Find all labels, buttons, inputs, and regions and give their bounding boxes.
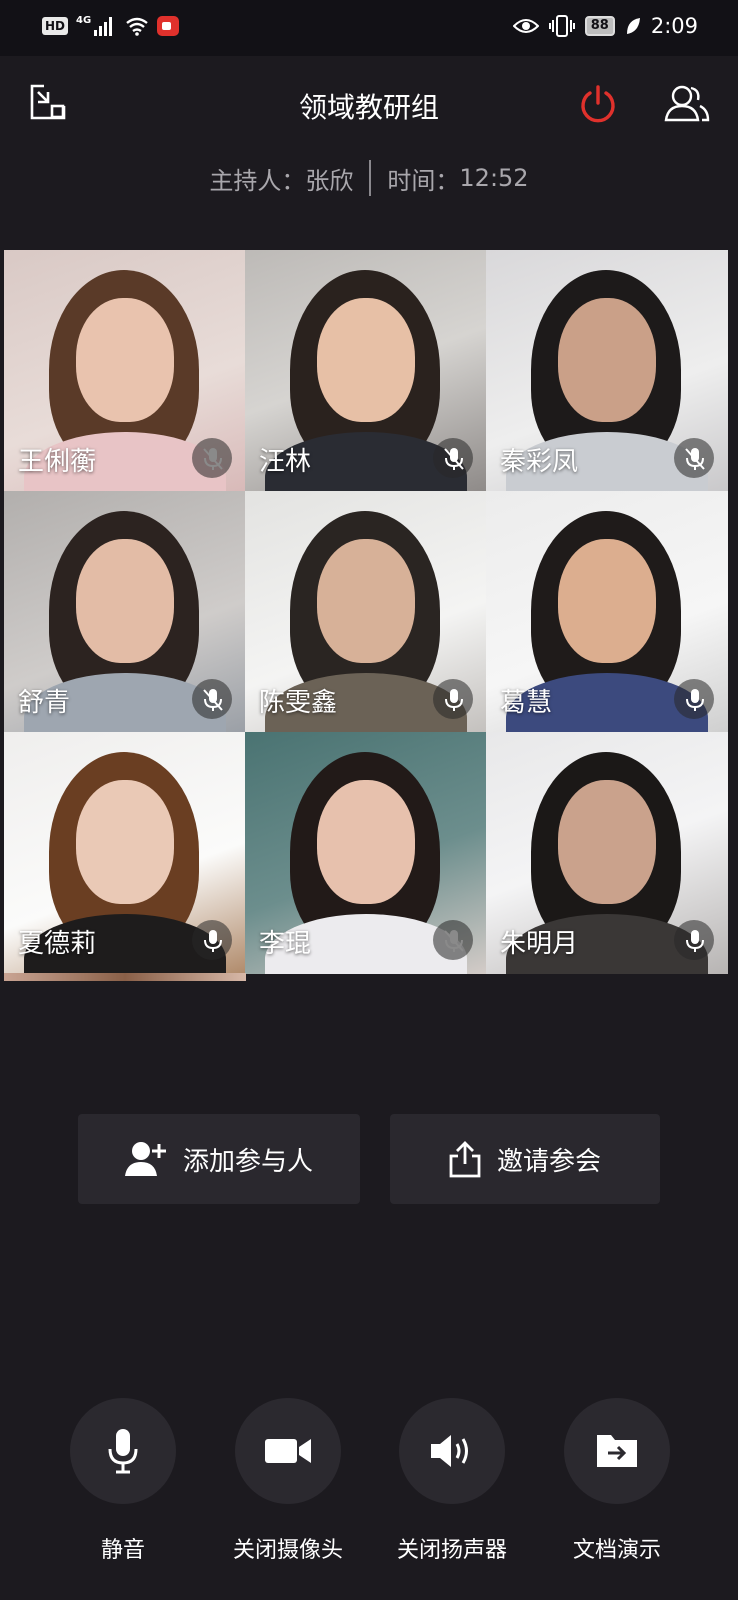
participant-face	[76, 780, 174, 904]
participant-face	[317, 780, 415, 904]
speaker-off-label: 关闭扬声器	[396, 1538, 507, 1563]
divider	[369, 160, 372, 196]
participant-name: 李琨	[259, 929, 312, 959]
video-camera-icon	[265, 1439, 311, 1463]
participants-icon	[664, 85, 710, 122]
eye-icon	[512, 19, 539, 33]
screen-record-icon	[157, 16, 180, 36]
meeting-duration: 12:52	[459, 164, 529, 192]
document-present-label: 文档演示	[572, 1538, 661, 1563]
participant-tile[interactable]: 汪林	[245, 250, 487, 492]
signal-icon	[94, 17, 113, 36]
speaker-off-button[interactable]: 关闭扬声器	[397, 1398, 507, 1564]
speaker-icon	[431, 1435, 468, 1467]
time-label: 时间：	[387, 166, 460, 195]
add-participants-label: 添加参与人	[182, 1146, 313, 1177]
participant-tile-partial	[4, 973, 246, 981]
host-name: 张欣	[305, 166, 354, 195]
microphone-icon[interactable]	[674, 679, 714, 719]
power-icon	[581, 85, 615, 123]
vibrate-icon	[548, 15, 575, 37]
participant-face	[317, 298, 415, 422]
participant-tile[interactable]: 朱明月	[486, 732, 728, 974]
microphone-muted-icon[interactable]	[192, 438, 232, 478]
microphone-muted-icon[interactable]	[192, 679, 232, 719]
participant-name: 陈雯鑫	[259, 688, 338, 718]
participant-face	[317, 539, 415, 663]
microphone-muted-icon[interactable]	[674, 438, 714, 478]
participant-face	[558, 539, 656, 663]
participant-tile[interactable]: 王俐蘅	[4, 250, 246, 492]
document-present-button[interactable]: 文档演示	[563, 1398, 671, 1564]
microphone-icon[interactable]	[192, 920, 232, 960]
share-icon	[449, 1141, 481, 1178]
status-bar: HD 4G 88 2:09	[0, 0, 738, 56]
mute-label: 静音	[100, 1538, 145, 1563]
participants-button[interactable]	[664, 84, 710, 124]
invite-button[interactable]: 邀请参会	[390, 1114, 660, 1204]
participant-tile[interactable]: 李琨	[245, 732, 487, 974]
participant-face	[76, 539, 174, 663]
meeting-title: 领域教研组	[298, 91, 439, 124]
microphone-icon	[108, 1429, 138, 1474]
participant-tile[interactable]: 陈雯鑫	[245, 491, 487, 733]
leaf-icon	[626, 18, 640, 34]
participant-tile[interactable]: 舒青	[4, 491, 246, 733]
participant-name: 秦彩凤	[500, 447, 579, 477]
participant-face	[558, 780, 656, 904]
microphone-muted-icon[interactable]	[433, 438, 473, 478]
hd-indicator: HD	[42, 17, 69, 35]
add-participants-button[interactable]: 添加参与人	[78, 1114, 360, 1204]
host-label: 主持人：	[209, 166, 306, 195]
microphone-icon[interactable]	[674, 920, 714, 960]
invite-label: 邀请参会	[496, 1146, 601, 1177]
participant-name: 王俐蘅	[18, 447, 97, 477]
participant-name: 汪林	[259, 447, 312, 477]
participant-face	[558, 298, 656, 422]
participant-name: 夏德莉	[18, 929, 97, 959]
add-person-icon	[124, 1142, 166, 1176]
participant-name: 葛慧	[500, 688, 553, 718]
mute-button[interactable]: 静音	[69, 1398, 177, 1564]
camera-off-label: 关闭摄像头	[232, 1538, 343, 1563]
battery-indicator: 88	[584, 16, 615, 36]
meeting-info: 主持人： 张欣 时间： 12:52	[0, 158, 738, 198]
participant-name: 舒青	[18, 688, 71, 718]
clock: 2:09	[650, 14, 698, 38]
participant-tile[interactable]: 秦彩凤	[486, 250, 728, 492]
participant-tile[interactable]: 夏德莉	[4, 732, 246, 974]
meeting-header: 领域教研组	[0, 56, 738, 156]
camera-off-button[interactable]: 关闭摄像头	[233, 1398, 343, 1564]
network-type: 4G	[76, 14, 92, 26]
participant-tile[interactable]: 葛慧	[486, 491, 728, 733]
end-meeting-button[interactable]	[578, 84, 618, 124]
participant-name: 朱明月	[500, 929, 579, 959]
microphone-icon[interactable]	[433, 679, 473, 719]
folder-share-icon	[597, 1435, 637, 1467]
wifi-icon	[126, 17, 148, 36]
participant-face	[76, 298, 174, 422]
microphone-muted-icon[interactable]	[433, 920, 473, 960]
